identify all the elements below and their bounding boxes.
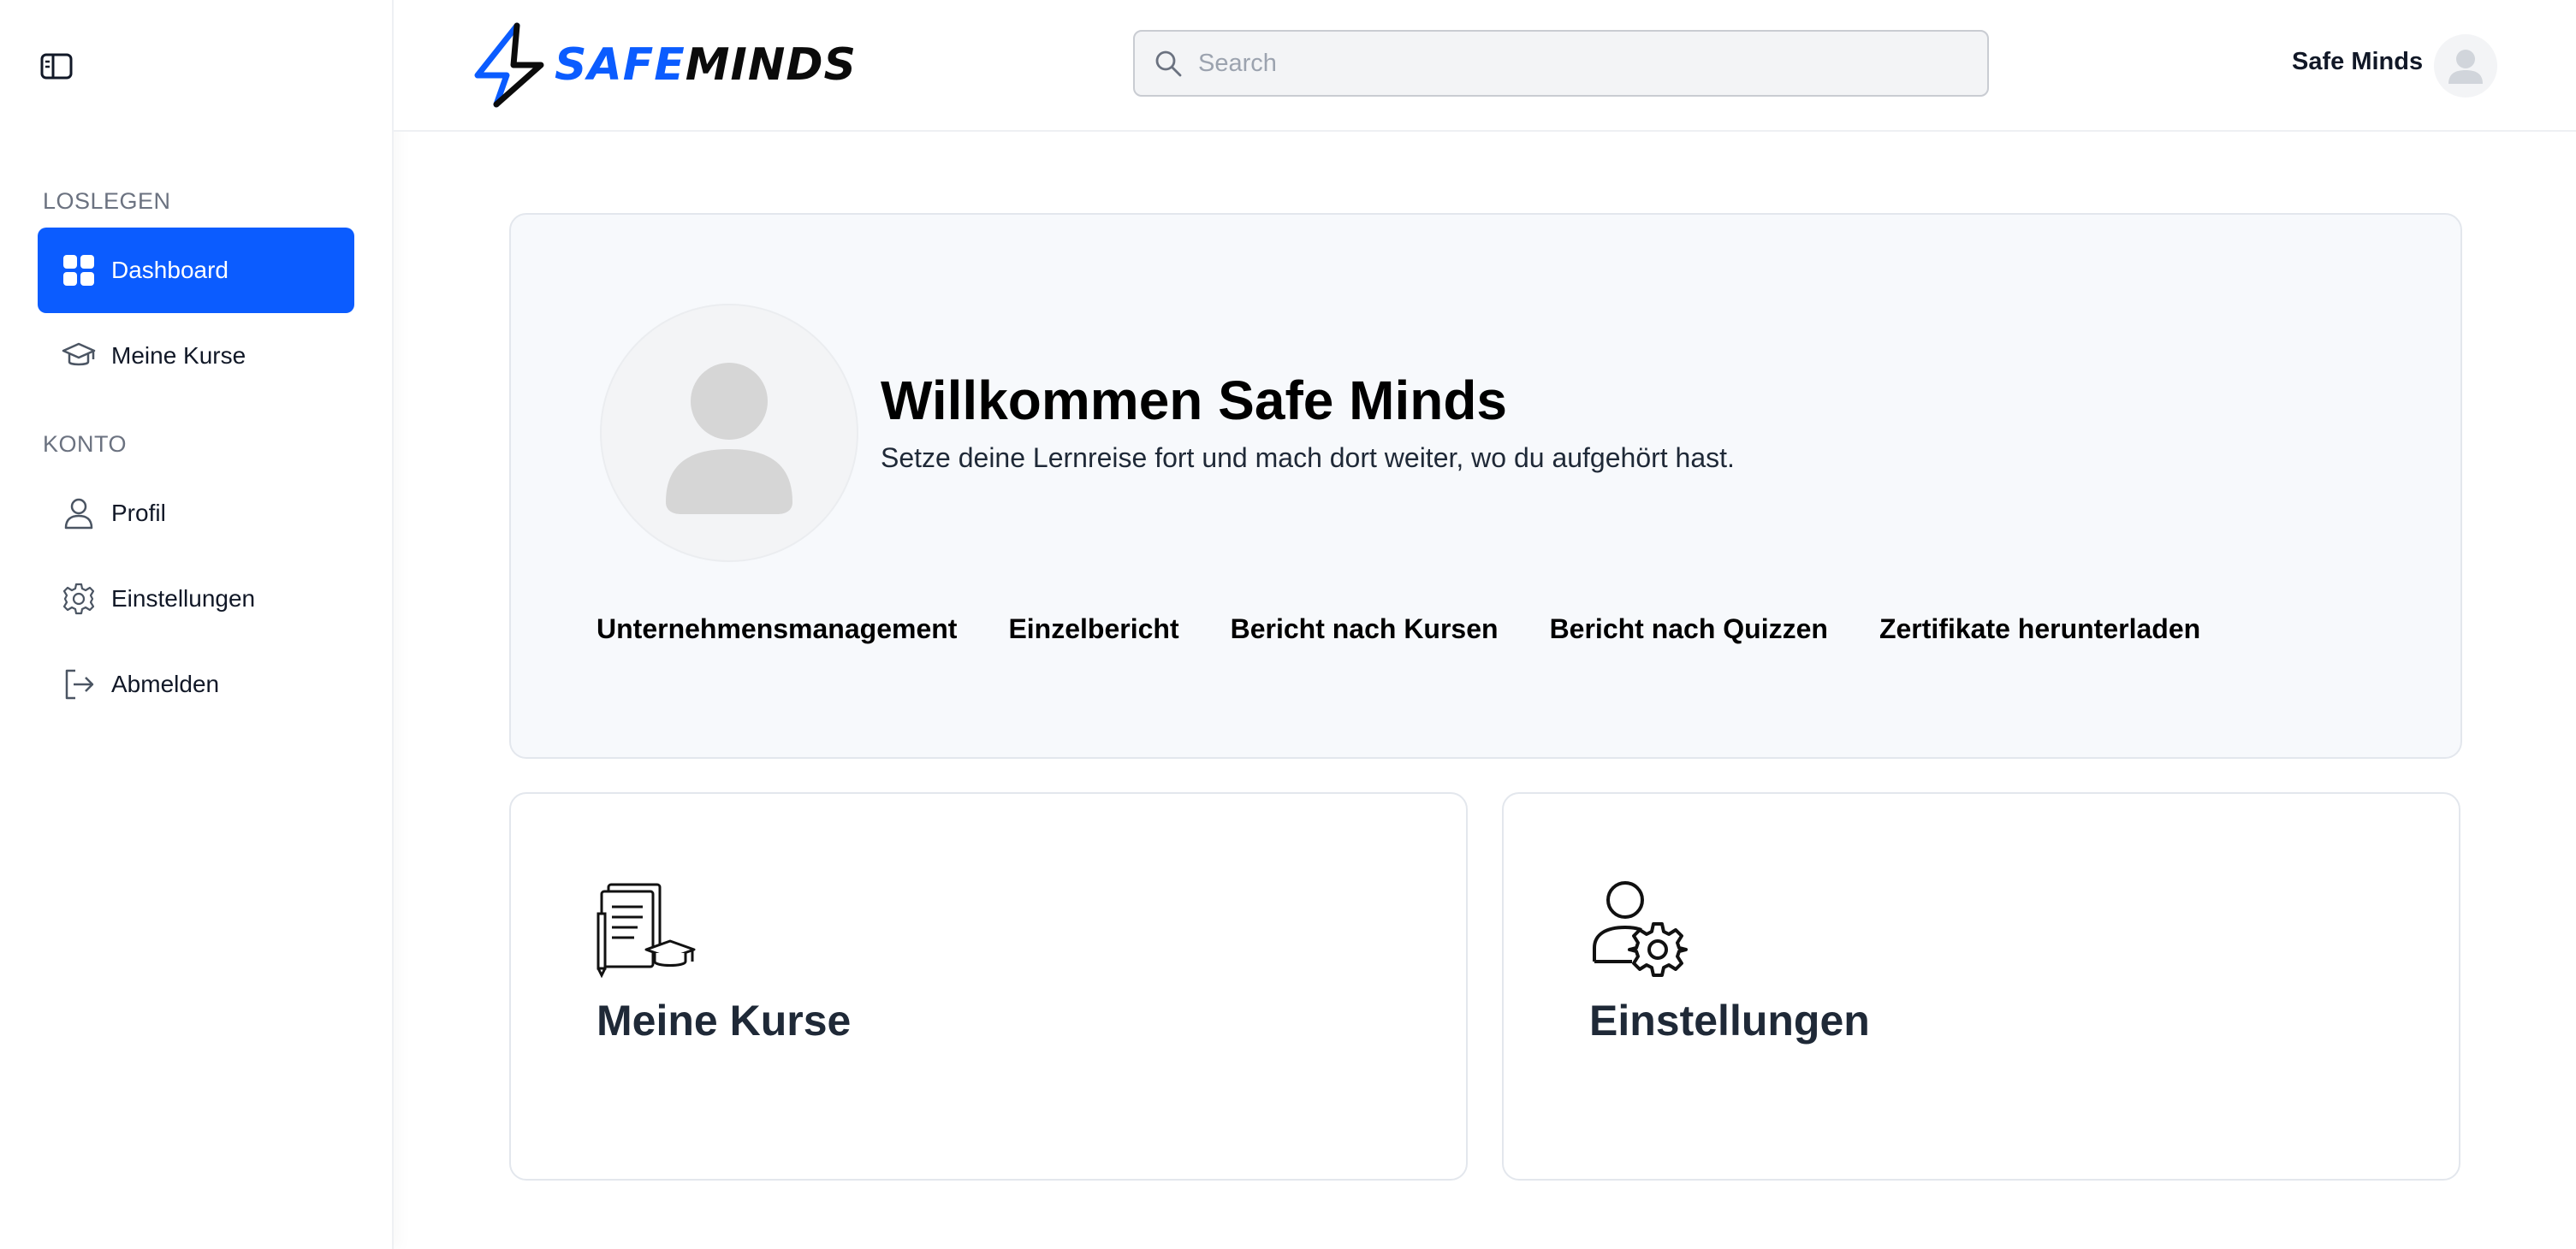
- safeminds-logo[interactable]: SAFEMINDS: [472, 21, 857, 110]
- lightning-logo-icon: [474, 22, 544, 108]
- grid-icon: [60, 252, 98, 289]
- sidebar: LOSLEGEN Dashboard Meine Kurse KONTO Pro…: [0, 0, 394, 1249]
- welcome-title: Willkommen Safe Minds: [881, 370, 1507, 431]
- link-unternehmensmanagement[interactable]: Unternehmensmanagement: [597, 613, 957, 645]
- graduation-cap-icon: [60, 337, 98, 375]
- logout-icon: [60, 666, 98, 703]
- sidebar-item-einstellungen[interactable]: Einstellungen: [38, 556, 354, 642]
- user-icon: [60, 494, 98, 532]
- card-title: Meine Kurse: [597, 997, 852, 1045]
- avatar-placeholder-icon: [2448, 50, 2483, 84]
- sidebar-item-dashboard[interactable]: Dashboard: [38, 228, 354, 313]
- search-input[interactable]: [1196, 48, 1953, 79]
- user-name[interactable]: Safe Minds: [2292, 48, 2423, 76]
- card-einstellungen[interactable]: Einstellungen: [1502, 792, 2460, 1181]
- section-label-konto: KONTO: [43, 431, 128, 457]
- sidebar-item-label: Dashboard: [111, 257, 229, 283]
- link-bericht-nach-kursen[interactable]: Bericht nach Kursen: [1231, 613, 1499, 645]
- sidebar-item-label: Einstellungen: [111, 585, 256, 612]
- welcome-subtitle: Setze deine Lernreise fort und mach dort…: [881, 442, 1735, 473]
- card-title: Einstellungen: [1589, 997, 1870, 1045]
- sidebar-item-profil[interactable]: Profil: [38, 471, 354, 556]
- logo-text: SAFEMINDS: [555, 39, 857, 91]
- search-box[interactable]: [1133, 30, 1989, 97]
- sidebar-item-label: Profil: [111, 500, 166, 526]
- gear-icon: [60, 580, 98, 618]
- profile-avatar: [600, 304, 858, 562]
- link-einzelbericht[interactable]: Einzelbericht: [1008, 613, 1178, 645]
- report-links: Unternehmensmanagement Einzelbericht Ber…: [597, 613, 2252, 645]
- sidebar-item-abmelden[interactable]: Abmelden: [38, 642, 354, 727]
- welcome-card: Willkommen Safe Minds Setze deine Lernre…: [509, 213, 2462, 759]
- courses-icon: [597, 879, 697, 980]
- sidebar-toggle-icon[interactable]: [39, 51, 75, 82]
- top-header: SAFEMINDS Safe Minds: [394, 0, 2576, 132]
- avatar[interactable]: [2434, 34, 2497, 98]
- sidebar-item-meine-kurse[interactable]: Meine Kurse: [38, 313, 354, 399]
- user-settings-icon: [1589, 879, 1690, 980]
- search-icon: [1154, 49, 1183, 78]
- section-label-loslegen: LOSLEGEN: [43, 188, 171, 214]
- avatar-placeholder-icon: [666, 363, 792, 514]
- link-zertifikate-herunterladen[interactable]: Zertifikate herunterladen: [1879, 613, 2200, 645]
- card-meine-kurse[interactable]: Meine Kurse: [509, 792, 1468, 1181]
- sidebar-item-label: Abmelden: [111, 671, 220, 697]
- link-bericht-nach-quizzen[interactable]: Bericht nach Quizzen: [1550, 613, 1828, 645]
- sidebar-item-label: Meine Kurse: [111, 342, 246, 369]
